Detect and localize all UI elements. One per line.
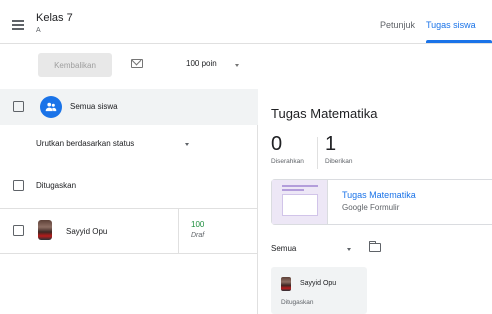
avatar xyxy=(38,220,52,240)
divider xyxy=(0,253,258,254)
tab-instructions[interactable]: Petunjuk xyxy=(380,20,415,30)
thumbnail-bar xyxy=(282,189,304,191)
grade-status: Draf xyxy=(191,232,205,239)
stat-label: Diberikan xyxy=(325,158,353,165)
student-submission-card[interactable]: Sayyid Opu Ditugaskan xyxy=(271,267,367,314)
attachment-title[interactable]: Tugas Matematika xyxy=(342,190,416,200)
student-name: Sayyid Opu xyxy=(66,227,108,236)
group-header-assigned: Ditugaskan xyxy=(0,175,258,197)
stat-number: 0 xyxy=(271,133,283,155)
stat-assigned[interactable]: 1 Diberikan xyxy=(325,133,352,165)
stat-turned-in[interactable]: 0 Diserahkan xyxy=(271,133,304,165)
select-all-checkbox[interactable] xyxy=(13,101,24,112)
dropdown-arrow-icon[interactable] xyxy=(347,248,351,251)
all-students-label: Semua siswa xyxy=(70,102,118,111)
grade-value: 100 xyxy=(191,220,205,229)
menu-icon[interactable] xyxy=(12,20,24,30)
sort-label: Urutkan berdasarkan status xyxy=(36,139,135,148)
student-list-panel: Semua siswa Urutkan berdasarkan status D… xyxy=(0,89,258,314)
tab-student-work[interactable]: Tugas siswa xyxy=(426,20,476,30)
avatar xyxy=(281,277,291,291)
folder-icon[interactable] xyxy=(368,240,381,252)
filter-select[interactable]: Semua xyxy=(271,244,296,253)
assignment-title: Tugas Matematika xyxy=(271,106,378,121)
points-select[interactable]: 100 poin xyxy=(186,59,217,68)
group-label: Ditugaskan xyxy=(36,181,77,190)
class-section: A xyxy=(36,27,41,34)
active-tab-indicator xyxy=(426,40,492,43)
grade-cell[interactable]: 100 Draf xyxy=(178,209,258,253)
return-button[interactable]: Kembalikan xyxy=(38,53,112,77)
thumbnail-box xyxy=(282,194,318,216)
student-checkbox[interactable] xyxy=(13,225,24,236)
assignment-detail-panel: Tugas Matematika 0 Diserahkan 1 Diberika… xyxy=(259,89,492,314)
mail-icon[interactable] xyxy=(131,59,143,68)
chevron-down-icon xyxy=(185,143,189,146)
stat-label: Diserahkan xyxy=(271,158,304,165)
toolbar: Kembalikan 100 poin xyxy=(0,45,492,89)
attachment-card[interactable]: Tugas Matematika Google Formulir xyxy=(271,179,492,225)
all-students-row[interactable]: Semua siswa xyxy=(0,89,258,125)
card-student-name: Sayyid Opu xyxy=(300,280,337,287)
stat-number: 1 xyxy=(325,133,337,155)
divider xyxy=(317,137,318,169)
sort-select[interactable]: Urutkan berdasarkan status xyxy=(0,139,258,159)
table-row[interactable]: Sayyid Opu 100 Draf xyxy=(0,209,258,253)
card-status: Ditugaskan xyxy=(281,299,314,306)
attachment-type: Google Formulir xyxy=(342,203,400,212)
top-bar: Kelas 7 A Petunjuk Tugas siswa xyxy=(0,0,492,44)
people-icon xyxy=(40,96,62,118)
form-thumbnail xyxy=(272,180,328,224)
thumbnail-bar xyxy=(282,185,318,187)
group-checkbox[interactable] xyxy=(13,180,24,191)
dropdown-arrow-icon[interactable] xyxy=(235,64,239,67)
class-name: Kelas 7 xyxy=(36,12,73,24)
